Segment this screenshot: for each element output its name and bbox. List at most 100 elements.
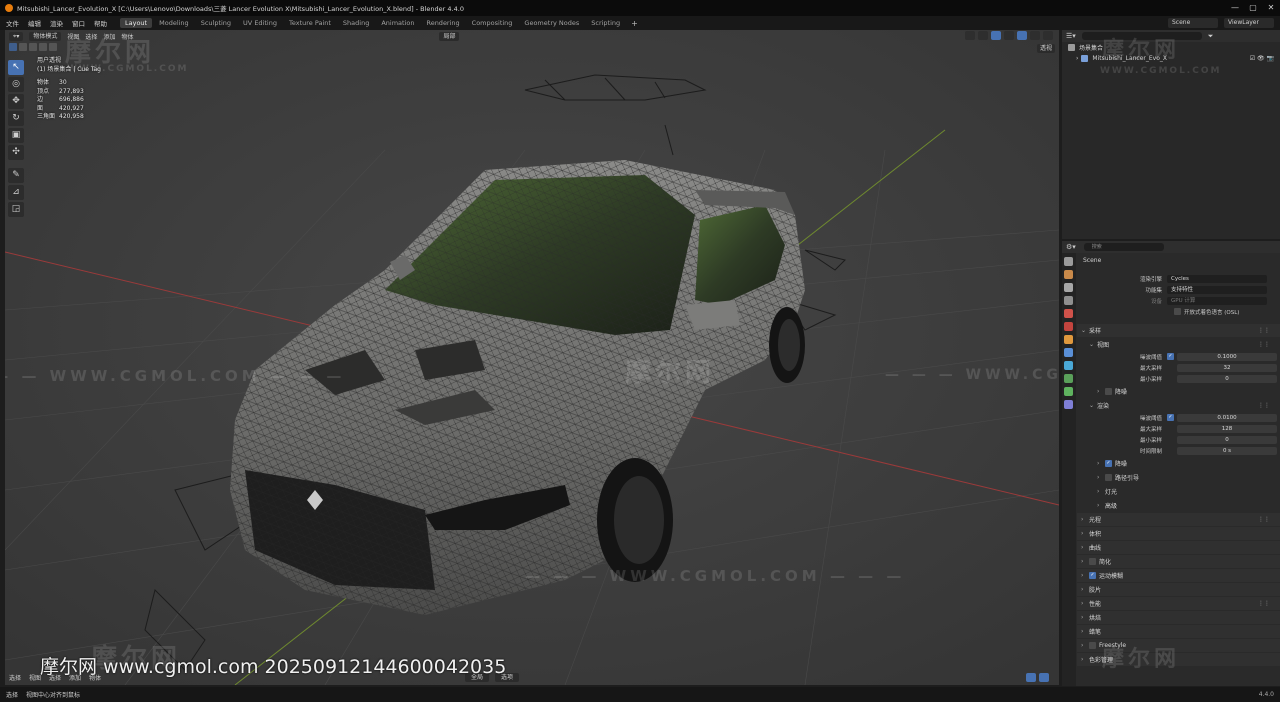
section-header[interactable]: › ✓ 降噪: [1077, 457, 1280, 470]
workspace-tab-animation[interactable]: Animation: [376, 18, 419, 28]
particles-tab-icon[interactable]: [1064, 361, 1073, 370]
select-tool-icon[interactable]: ↖: [8, 60, 24, 75]
section-menu-icon[interactable]: ⋮⋮: [1258, 327, 1270, 334]
section-header[interactable]: › 体积: [1077, 527, 1280, 540]
r-noise-field[interactable]: 0.0100: [1177, 413, 1277, 422]
select-mode-extend-icon[interactable]: [19, 43, 27, 51]
minimize-button[interactable]: —: [1226, 0, 1244, 16]
vp-denoise-subsection[interactable]: › 降噪: [1077, 385, 1280, 398]
rotate-tool-icon[interactable]: ↻: [8, 111, 24, 126]
workspace-tab-layout[interactable]: Layout: [120, 18, 153, 28]
viewport-menu-view[interactable]: 视图: [67, 32, 79, 41]
workspace-tab-compositing[interactable]: Compositing: [467, 18, 518, 28]
move-tool-icon[interactable]: ✥: [8, 94, 24, 109]
vp-noise-field[interactable]: 0.1000: [1177, 352, 1277, 361]
texture-tab-icon[interactable]: [1064, 400, 1073, 409]
gizmo-toggle-button[interactable]: [965, 31, 975, 40]
cursor-tool-icon[interactable]: ◎: [8, 77, 24, 92]
menu-file[interactable]: 文件: [6, 18, 19, 28]
object-tab-icon[interactable]: [1064, 335, 1073, 344]
vp-denoise-checkbox[interactable]: [1105, 388, 1112, 395]
section-header[interactable]: › Freestyle: [1077, 639, 1280, 652]
feature-set-dropdown[interactable]: 支持特性: [1167, 285, 1267, 294]
camera-toggle-icon[interactable]: [1026, 673, 1036, 682]
outliner-editor-icon[interactable]: ☰▾: [1066, 32, 1076, 40]
expand-arrow-icon[interactable]: ›: [1076, 55, 1078, 62]
material-shading-button[interactable]: [1030, 31, 1040, 40]
editor-type-button[interactable]: ⌖▾: [9, 31, 24, 41]
rendered-shading-button[interactable]: [1043, 31, 1053, 40]
workspace-tab-sculpting[interactable]: Sculpting: [196, 18, 236, 28]
transparency-button[interactable]: 透视: [1036, 44, 1055, 53]
measure-tool-icon[interactable]: ⊿: [8, 185, 24, 200]
scene-selector[interactable]: Scene: [1168, 18, 1218, 28]
section-header[interactable]: › 高级: [1077, 499, 1280, 512]
viewport-menu-select[interactable]: 选择: [85, 32, 97, 41]
section-menu-icon[interactable]: ⋮⋮: [1258, 516, 1270, 523]
output-tab-icon[interactable]: [1064, 283, 1073, 292]
filter-icon[interactable]: ⏷: [1208, 32, 1214, 41]
scale-tool-icon[interactable]: ▣: [8, 128, 24, 143]
outliner-root-row[interactable]: 场景集合: [1062, 42, 1280, 53]
r-max-field[interactable]: 128: [1177, 424, 1277, 433]
orientation-selector[interactable]: 局部: [439, 31, 460, 41]
select-mode-subtract-icon[interactable]: [29, 43, 37, 51]
render-tab-icon[interactable]: [1064, 270, 1073, 279]
section-menu-icon[interactable]: ⋮⋮: [1258, 341, 1270, 348]
menu-window[interactable]: 窗口: [72, 18, 85, 28]
solid-shading-button[interactable]: [1017, 31, 1027, 40]
section-checkbox[interactable]: [1105, 474, 1112, 481]
workspace-tab-modeling[interactable]: Modeling: [154, 18, 194, 28]
device-dropdown[interactable]: GPU 计算: [1167, 296, 1267, 305]
world-tab-icon[interactable]: [1064, 322, 1073, 331]
section-header[interactable]: › 胶片: [1077, 583, 1280, 596]
osl-checkbox[interactable]: [1174, 308, 1181, 315]
add-workspace-button[interactable]: +: [631, 19, 638, 28]
select-mode-intersect-icon[interactable]: [49, 43, 57, 51]
section-header[interactable]: › 路径引导: [1077, 471, 1280, 484]
section-menu-icon[interactable]: ⋮⋮: [1258, 600, 1270, 607]
add-cube-tool-icon[interactable]: ◲: [8, 202, 24, 217]
bottom-item[interactable]: 选择: [9, 673, 21, 682]
modifier-tab-icon[interactable]: [1064, 348, 1073, 357]
render-subsection-header[interactable]: ⌄ 渲染 ⋮⋮: [1077, 399, 1280, 412]
select-mode-invert-icon[interactable]: [39, 43, 47, 51]
section-checkbox[interactable]: ✓: [1089, 572, 1096, 579]
mode-selector[interactable]: 物体模式: [29, 31, 62, 41]
wireframe-shading-button[interactable]: [1004, 31, 1014, 40]
r-noise-checkbox[interactable]: ✓: [1167, 414, 1174, 421]
constraints-tab-icon[interactable]: [1064, 387, 1073, 396]
properties-search-input[interactable]: 搜索: [1083, 243, 1164, 251]
viewport-menu-add[interactable]: 添加: [103, 32, 115, 41]
xray-toggle-button[interactable]: [991, 31, 1001, 40]
workspace-tab-texture-paint[interactable]: Texture Paint: [284, 18, 336, 28]
viewlayer-selector[interactable]: ViewLayer: [1224, 18, 1274, 28]
workspace-tab-scripting[interactable]: Scripting: [586, 18, 625, 28]
section-header[interactable]: › 烘焙: [1077, 611, 1280, 624]
menu-edit[interactable]: 编辑: [28, 18, 41, 28]
workspace-tab-uv-editing[interactable]: UV Editing: [238, 18, 282, 28]
r-min-field[interactable]: 0: [1177, 435, 1277, 444]
menu-help[interactable]: 帮助: [94, 18, 107, 28]
vp-max-field[interactable]: 32: [1177, 363, 1277, 372]
section-header[interactable]: › 蜡笔: [1077, 625, 1280, 638]
viewport-subsection-header[interactable]: ⌄ 视图 ⋮⋮: [1077, 338, 1280, 351]
annotate-tool-icon[interactable]: ✎: [8, 168, 24, 183]
section-header[interactable]: › ✓ 运动模糊: [1077, 569, 1280, 582]
visibility-icon[interactable]: ☑ 👁 📷: [1250, 55, 1274, 62]
3d-viewport[interactable]: ⌖▾ 物体模式 视图 选择 添加 物体 局部 透视 ↖ ◎ ✥ ↻ ▣ ✣ ✎: [5, 30, 1059, 685]
select-mode-new-icon[interactable]: [9, 43, 17, 51]
workspace-tab-rendering[interactable]: Rendering: [421, 18, 464, 28]
menu-render[interactable]: 渲染: [50, 18, 63, 28]
outliner-search-input[interactable]: [1081, 32, 1202, 40]
tool-tab-icon[interactable]: [1064, 257, 1073, 266]
physics-tab-icon[interactable]: [1064, 374, 1073, 383]
render-toggle-icon[interactable]: [1039, 673, 1049, 682]
section-header[interactable]: › 光程 ⋮⋮: [1077, 513, 1280, 526]
workspace-tab-geometry-nodes[interactable]: Geometry Nodes: [519, 18, 584, 28]
maximize-button[interactable]: ▢: [1244, 0, 1262, 16]
section-header[interactable]: › 简化: [1077, 555, 1280, 568]
transform-tool-icon[interactable]: ✣: [8, 145, 24, 160]
vp-noise-checkbox[interactable]: ✓: [1167, 353, 1174, 360]
section-header[interactable]: › 性能 ⋮⋮: [1077, 597, 1280, 610]
